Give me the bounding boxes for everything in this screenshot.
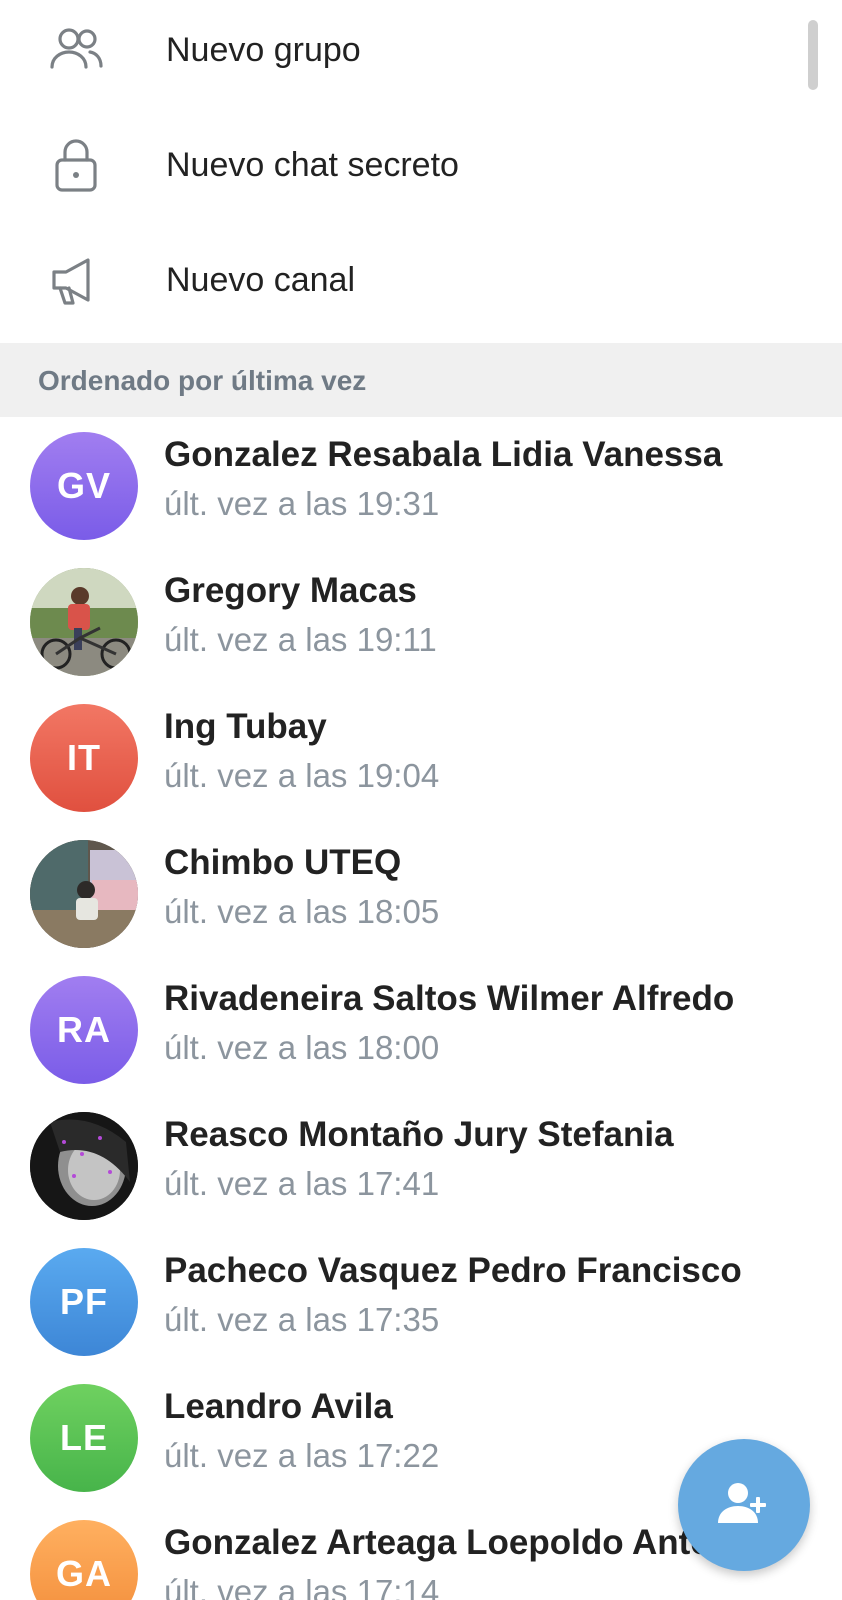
menu-item-label: Nuevo chat secreto [166, 145, 459, 184]
avatar: GV [30, 432, 138, 540]
portrait-photo-image [30, 1112, 138, 1220]
scrollbar[interactable] [808, 20, 818, 90]
contact-row[interactable]: PF Pacheco Vasquez Pedro Francisco últ. … [0, 1233, 842, 1369]
lock-icon [46, 135, 106, 195]
contact-name: Gonzalez Arteaga Loepoldo Anto [164, 1523, 712, 1562]
contact-list: GV Gonzalez Resabala Lidia Vanessa últ. … [0, 417, 842, 1600]
contact-name: Rivadeneira Saltos Wilmer Alfredo [164, 979, 735, 1018]
contact-row[interactable]: GV Gonzalez Resabala Lidia Vanessa últ. … [0, 417, 842, 553]
contact-status: últ. vez a las 19:11 [164, 621, 437, 658]
section-header-label: Ordenado por última vez [38, 365, 367, 396]
avatar: GA [30, 1520, 138, 1600]
contact-status: últ. vez a las 18:00 [164, 1029, 440, 1066]
contact-row[interactable]: Gregory Macas últ. vez a las 19:11 [0, 553, 842, 689]
contact-status: últ. vez a las 19:04 [164, 757, 440, 794]
avatar-initials: PF [59, 1281, 108, 1322]
avatar-photo [30, 840, 138, 948]
room-photo-image [30, 840, 138, 948]
add-contact-button[interactable] [678, 1439, 810, 1571]
avatar-initials: GV [56, 465, 111, 506]
avatar-photo [30, 1112, 138, 1220]
contact-row[interactable]: IT Ing Tubay últ. vez a las 19:04 [0, 689, 842, 825]
contact-status: últ. vez a las 17:41 [164, 1165, 440, 1202]
avatar: LE [30, 1384, 138, 1492]
avatar: RA [30, 976, 138, 1084]
megaphone-icon [46, 250, 106, 310]
contact-name: Reasco Montaño Jury Stefania [164, 1115, 674, 1154]
contact-name: Leandro Avila [164, 1387, 393, 1426]
contact-status: últ. vez a las 17:22 [164, 1437, 440, 1474]
avatar: IT [30, 704, 138, 812]
menu-item-label: Nuevo grupo [166, 30, 361, 69]
avatar-initials: LE [59, 1417, 108, 1458]
contact-row[interactable]: Reasco Montaño Jury Stefania últ. vez a … [0, 1097, 842, 1233]
add-contact-icon [714, 1473, 774, 1538]
contact-name: Gregory Macas [164, 571, 417, 610]
contact-status: últ. vez a las 17:14 [164, 1573, 440, 1600]
contact-name: Chimbo UTEQ [164, 843, 402, 882]
avatar-initials: IT [67, 737, 101, 778]
avatar-photo [30, 568, 138, 676]
menu-item-new-secret-chat[interactable]: Nuevo chat secreto [0, 115, 842, 215]
bike-photo-image [30, 568, 138, 676]
menu-item-new-channel[interactable]: Nuevo canal [0, 230, 842, 330]
avatar-initials: RA [57, 1009, 111, 1050]
contact-name: Pacheco Vasquez Pedro Francisco [164, 1251, 742, 1290]
menu-item-label: Nuevo canal [166, 260, 356, 299]
contact-name: Ing Tubay [164, 707, 327, 746]
contact-name: Gonzalez Resabala Lidia Vanessa [164, 435, 723, 474]
menu-item-new-group[interactable]: Nuevo grupo [0, 0, 842, 100]
group-icon [46, 20, 106, 80]
avatar: PF [30, 1248, 138, 1356]
contact-row[interactable]: Chimbo UTEQ últ. vez a las 18:05 [0, 825, 842, 961]
contact-status: últ. vez a las 19:31 [164, 485, 440, 522]
avatar-initials: GA [56, 1553, 112, 1594]
section-header: Ordenado por última vez [0, 343, 842, 417]
contact-row[interactable]: RA Rivadeneira Saltos Wilmer Alfredo últ… [0, 961, 842, 1097]
contact-status: últ. vez a las 18:05 [164, 893, 440, 930]
contact-status: últ. vez a las 17:35 [164, 1301, 440, 1338]
